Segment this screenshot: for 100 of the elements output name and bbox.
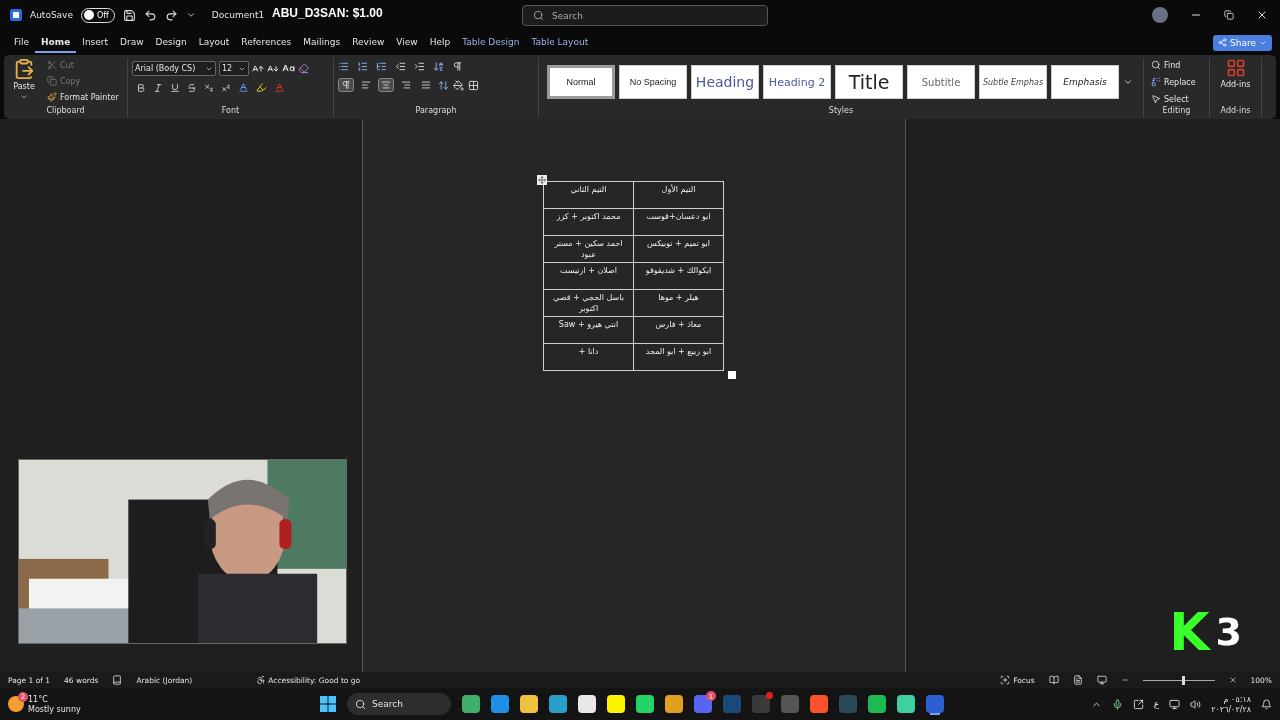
- style-card[interactable]: Heading 2: [763, 65, 831, 99]
- clear-formatting-icon[interactable]: [298, 63, 309, 74]
- style-card[interactable]: Subtitle: [907, 65, 975, 99]
- menu-tab[interactable]: Review: [346, 32, 391, 53]
- select-button[interactable]: Select: [1148, 92, 1199, 106]
- font-name-field[interactable]: Arial (Body CS): [132, 61, 216, 76]
- save-icon[interactable]: [122, 8, 136, 22]
- bold-icon[interactable]: [136, 82, 146, 93]
- add-ins-button[interactable]: Add-ins: [1220, 80, 1251, 89]
- avatar[interactable]: [1152, 7, 1168, 23]
- zoom-out-icon[interactable]: [1120, 676, 1129, 684]
- table-move-handle[interactable]: [537, 175, 547, 185]
- strikethrough-icon[interactable]: [187, 82, 197, 93]
- align-center-button[interactable]: [378, 78, 394, 92]
- shrink-font-icon[interactable]: [267, 62, 279, 75]
- bullets-icon[interactable]: [338, 61, 349, 72]
- decrease-indent-icon[interactable]: [395, 61, 406, 72]
- close-icon[interactable]: [1256, 9, 1268, 21]
- align-center-icon: [381, 80, 391, 90]
- group-label: Clipboard: [45, 106, 86, 117]
- rtl-button[interactable]: [338, 78, 354, 92]
- numbering-icon[interactable]: [357, 61, 368, 72]
- clock-time[interactable]: ٠٥:١٨ م: [1223, 694, 1251, 704]
- font-color-icon[interactable]: [274, 82, 285, 93]
- restore-icon[interactable]: [1224, 10, 1234, 20]
- shading-icon[interactable]: [453, 79, 464, 91]
- paste-icon[interactable]: [13, 58, 35, 80]
- network-icon[interactable]: [1169, 698, 1181, 710]
- logo-letter: K: [1169, 608, 1210, 656]
- tray-app-icon[interactable]: [1132, 698, 1144, 710]
- style-card[interactable]: Title: [835, 65, 903, 99]
- pointer-icon: [1151, 94, 1161, 104]
- share-button[interactable]: Share: [1213, 34, 1272, 51]
- web-layout-icon[interactable]: [1096, 675, 1107, 685]
- table-cell: ايكوالك + شديقوقو: [633, 262, 724, 290]
- style-card[interactable]: Normal: [547, 65, 615, 99]
- table-resize-handle[interactable]: [728, 371, 736, 379]
- logo-digit: 3: [1215, 610, 1242, 654]
- zoom-in-icon[interactable]: [1228, 676, 1237, 684]
- text-effects-icon[interactable]: [238, 82, 249, 93]
- microphone-icon[interactable]: [1111, 698, 1123, 710]
- highlighter-icon[interactable]: [256, 82, 267, 93]
- menu-tab[interactable]: Table Layout: [525, 32, 595, 53]
- add-ins-icon[interactable]: [1225, 58, 1246, 78]
- undo-icon[interactable]: [143, 8, 157, 22]
- paste-label[interactable]: Paste: [13, 82, 35, 91]
- customize-icon[interactable]: [185, 10, 196, 20]
- menu-tab[interactable]: Home: [35, 32, 77, 53]
- superscript-icon[interactable]: [221, 82, 231, 93]
- group-label: Paragraph: [414, 106, 458, 117]
- borders-icon[interactable]: [468, 79, 479, 91]
- volume-icon[interactable]: [1190, 698, 1202, 710]
- clock-date[interactable]: ٢٠٢٦/٠٢/٢٨: [1211, 704, 1251, 714]
- notifications-icon[interactable]: [1261, 698, 1272, 710]
- caret-icon: [20, 93, 28, 101]
- format-painter-button[interactable]: Format Painter: [44, 90, 122, 104]
- grow-font-icon[interactable]: [252, 62, 264, 75]
- style-card[interactable]: Heading: [691, 65, 759, 99]
- styles-more-icon[interactable]: [1123, 77, 1133, 87]
- style-card[interactable]: No Spacing: [619, 65, 687, 99]
- font-size-field[interactable]: 12: [219, 61, 249, 76]
- increase-indent-icon[interactable]: [414, 61, 425, 72]
- search-icon: [1151, 60, 1161, 70]
- read-mode-icon[interactable]: [1048, 675, 1059, 685]
- line-spacing-icon[interactable]: [438, 79, 449, 91]
- menu-tab[interactable]: View: [390, 32, 424, 53]
- weather-condition: Mostly sunny: [28, 704, 81, 714]
- menu-tab[interactable]: Layout: [192, 32, 236, 53]
- sort-icon[interactable]: [433, 61, 444, 72]
- input-language[interactable]: ع: [1153, 699, 1160, 709]
- group-label: Font: [220, 106, 241, 117]
- style-card[interactable]: Subtle Emphas: [979, 65, 1047, 99]
- print-layout-icon[interactable]: [1072, 675, 1083, 685]
- focus-icon: [1000, 675, 1011, 685]
- zoom-thumb[interactable]: [1182, 675, 1186, 685]
- table-cell: انتي هيرو + Saw: [543, 316, 634, 344]
- windows-start-icon[interactable]: [320, 696, 336, 712]
- menu-tab[interactable]: Draw: [114, 32, 150, 53]
- pilcrow-icon[interactable]: [452, 61, 463, 72]
- style-card[interactable]: Emphasis: [1051, 65, 1119, 99]
- menu-tab[interactable]: References: [235, 32, 298, 53]
- subscript-icon[interactable]: [204, 82, 214, 93]
- group-label: Editing: [1161, 106, 1192, 117]
- underline-icon[interactable]: [170, 82, 180, 93]
- search-icon: [355, 698, 366, 710]
- menu-tab[interactable]: Design: [149, 32, 193, 53]
- taskbar-search-field[interactable]: Search: [347, 693, 451, 715]
- donation-overlay-text: ABU_D3SAN: $1.00: [272, 6, 383, 20]
- menu-tab[interactable]: Table Design: [456, 32, 526, 53]
- menu-tab[interactable]: Help: [423, 32, 457, 53]
- italic-icon[interactable]: [153, 82, 163, 93]
- menu-tab[interactable]: Insert: [76, 32, 115, 53]
- menu-tab[interactable]: File: [8, 32, 36, 53]
- redo-icon[interactable]: [164, 8, 178, 22]
- multilevel-list-icon[interactable]: [376, 61, 387, 72]
- menu-tab[interactable]: Mailings: [297, 32, 347, 53]
- group-label: Add-ins: [1219, 106, 1252, 117]
- find-button[interactable]: Find: [1148, 58, 1199, 72]
- search-field[interactable]: Search: [522, 5, 768, 26]
- replace-button[interactable]: Replace: [1148, 75, 1199, 89]
